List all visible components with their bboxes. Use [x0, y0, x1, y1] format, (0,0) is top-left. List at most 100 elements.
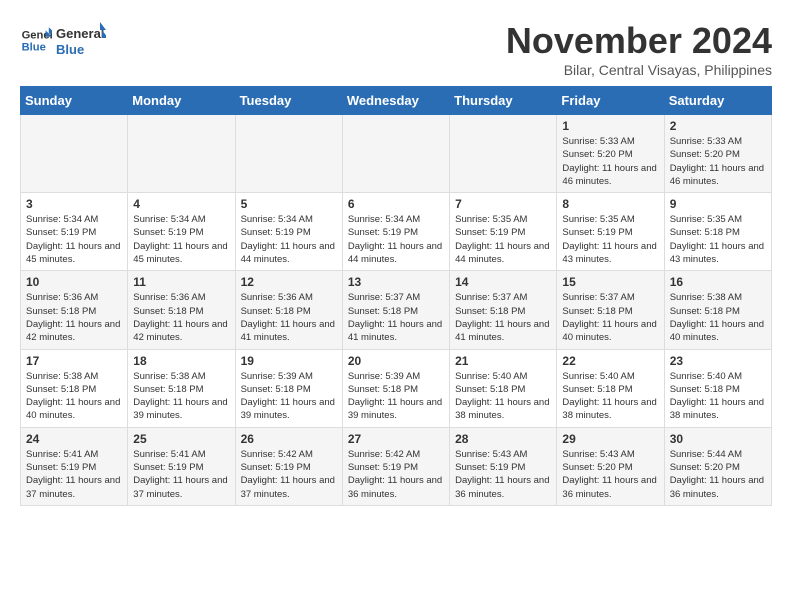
day-info: Sunrise: 5:34 AMSunset: 5:19 PMDaylight:…: [348, 213, 444, 266]
day-number: 29: [562, 432, 658, 446]
day-number: 24: [26, 432, 122, 446]
calendar-cell: [235, 115, 342, 193]
day-info: Sunrise: 5:42 AMSunset: 5:19 PMDaylight:…: [241, 448, 337, 501]
calendar-cell: 7 Sunrise: 5:35 AMSunset: 5:19 PMDaylight…: [450, 193, 557, 271]
calendar-cell: 12Sunrise: 5:36 AMSunset: 5:18 PMDayligh…: [235, 271, 342, 349]
calendar-cell: 23 Sunrise: 5:40 AMSunset: 5:18 PMDayligh…: [664, 349, 771, 427]
day-info: Sunrise: 5:43 AMSunset: 5:20 PMDaylight:…: [562, 448, 658, 501]
day-number: 28: [455, 432, 551, 446]
weekday-header-row: SundayMondayTuesdayWednesdayThursdayFrid…: [21, 87, 772, 115]
day-number: 14: [455, 275, 551, 289]
day-info: Sunrise: 5:38 AMSunset: 5:18 PMDaylight:…: [133, 370, 229, 423]
day-info: Sunrise: 5:40 AMSunset: 5:18 PMDaylight:…: [562, 370, 658, 423]
calendar-cell: 21 Sunrise: 5:40 AMSunset: 5:18 PMDayligh…: [450, 349, 557, 427]
day-info: Sunrise: 5:40 AMSunset: 5:18 PMDaylight:…: [455, 370, 551, 423]
day-number: 5: [241, 197, 337, 211]
calendar-cell: 5 Sunrise: 5:34 AMSunset: 5:19 PMDaylight…: [235, 193, 342, 271]
calendar-cell: 18 Sunrise: 5:38 AMSunset: 5:18 PMDayligh…: [128, 349, 235, 427]
calendar-week-row: 24 Sunrise: 5:41 AMSunset: 5:19 PMDayligh…: [21, 427, 772, 505]
day-info: Sunrise: 5:37 AMSunset: 5:18 PMDaylight:…: [455, 291, 551, 344]
calendar-cell: 29 Sunrise: 5:43 AMSunset: 5:20 PMDayligh…: [557, 427, 664, 505]
weekday-header-sunday: Sunday: [21, 87, 128, 115]
day-info: Sunrise: 5:38 AMSunset: 5:18 PMDaylight:…: [670, 291, 766, 344]
day-number: 18: [133, 354, 229, 368]
calendar-cell: 11 Sunrise: 5:36 AMSunset: 5:18 PMDayligh…: [128, 271, 235, 349]
calendar-week-row: 3 Sunrise: 5:34 AMSunset: 5:19 PMDaylight…: [21, 193, 772, 271]
day-number: 26: [241, 432, 337, 446]
calendar-cell: 10 Sunrise: 5:36 AMSunset: 5:18 PMDayligh…: [21, 271, 128, 349]
month-title: November 2024: [506, 20, 772, 62]
day-info: Sunrise: 5:39 AMSunset: 5:18 PMDaylight:…: [348, 370, 444, 423]
calendar-cell: 25 Sunrise: 5:41 AMSunset: 5:19 PMDayligh…: [128, 427, 235, 505]
weekday-header-saturday: Saturday: [664, 87, 771, 115]
calendar-cell: 1 Sunrise: 5:33 AMSunset: 5:20 PMDaylight…: [557, 115, 664, 193]
day-number: 25: [133, 432, 229, 446]
calendar-cell: 27 Sunrise: 5:42 AMSunset: 5:19 PMDayligh…: [342, 427, 449, 505]
day-number: 11: [133, 275, 229, 289]
day-info: Sunrise: 5:37 AMSunset: 5:18 PMDaylight:…: [562, 291, 658, 344]
calendar-cell: 17Sunrise: 5:38 AMSunset: 5:18 PMDayligh…: [21, 349, 128, 427]
calendar-table: SundayMondayTuesdayWednesdayThursdayFrid…: [20, 86, 772, 506]
calendar-cell: [21, 115, 128, 193]
day-number: 19: [241, 354, 337, 368]
day-number: 1: [562, 119, 658, 133]
calendar-cell: 13Sunrise: 5:37 AMSunset: 5:18 PMDayligh…: [342, 271, 449, 349]
day-info: Sunrise: 5:36 AMSunset: 5:18 PMDaylight:…: [133, 291, 229, 344]
location-subtitle: Bilar, Central Visayas, Philippines: [506, 62, 772, 78]
calendar-week-row: 1 Sunrise: 5:33 AMSunset: 5:20 PMDaylight…: [21, 115, 772, 193]
day-number: 23: [670, 354, 766, 368]
day-info: Sunrise: 5:40 AMSunset: 5:18 PMDaylight:…: [670, 370, 766, 423]
day-info: Sunrise: 5:42 AMSunset: 5:19 PMDaylight:…: [348, 448, 444, 501]
calendar-cell: 20 Sunrise: 5:39 AMSunset: 5:18 PMDayligh…: [342, 349, 449, 427]
calendar-cell: 15Sunrise: 5:37 AMSunset: 5:18 PMDayligh…: [557, 271, 664, 349]
calendar-cell: [128, 115, 235, 193]
day-number: 27: [348, 432, 444, 446]
calendar-cell: 22 Sunrise: 5:40 AMSunset: 5:18 PMDayligh…: [557, 349, 664, 427]
calendar-cell: 28 Sunrise: 5:43 AMSunset: 5:19 PMDayligh…: [450, 427, 557, 505]
day-number: 3: [26, 197, 122, 211]
day-info: Sunrise: 5:36 AMSunset: 5:18 PMDaylight:…: [26, 291, 122, 344]
day-info: Sunrise: 5:33 AMSunset: 5:20 PMDaylight:…: [562, 135, 658, 188]
logo-icon: General Blue: [20, 24, 52, 56]
day-info: Sunrise: 5:35 AMSunset: 5:19 PMDaylight:…: [562, 213, 658, 266]
calendar-cell: [342, 115, 449, 193]
calendar-cell: 2Sunrise: 5:33 AMSunset: 5:20 PMDaylight…: [664, 115, 771, 193]
day-info: Sunrise: 5:36 AMSunset: 5:18 PMDaylight:…: [241, 291, 337, 344]
day-number: 7: [455, 197, 551, 211]
day-info: Sunrise: 5:33 AMSunset: 5:20 PMDaylight:…: [670, 135, 766, 188]
svg-text:General: General: [56, 26, 104, 41]
calendar-cell: 6Sunrise: 5:34 AMSunset: 5:19 PMDaylight…: [342, 193, 449, 271]
calendar-cell: 9 Sunrise: 5:35 AMSunset: 5:18 PMDaylight…: [664, 193, 771, 271]
day-info: Sunrise: 5:34 AMSunset: 5:19 PMDaylight:…: [133, 213, 229, 266]
svg-text:Blue: Blue: [22, 41, 46, 53]
day-info: Sunrise: 5:35 AMSunset: 5:18 PMDaylight:…: [670, 213, 766, 266]
calendar-cell: 8Sunrise: 5:35 AMSunset: 5:19 PMDaylight…: [557, 193, 664, 271]
day-number: 10: [26, 275, 122, 289]
svg-text:Blue: Blue: [56, 42, 84, 57]
calendar-cell: 30Sunrise: 5:44 AMSunset: 5:20 PMDayligh…: [664, 427, 771, 505]
day-info: Sunrise: 5:34 AMSunset: 5:19 PMDaylight:…: [26, 213, 122, 266]
day-number: 16: [670, 275, 766, 289]
calendar-week-row: 10 Sunrise: 5:36 AMSunset: 5:18 PMDayligh…: [21, 271, 772, 349]
weekday-header-wednesday: Wednesday: [342, 87, 449, 115]
day-info: Sunrise: 5:34 AMSunset: 5:19 PMDaylight:…: [241, 213, 337, 266]
day-number: 13: [348, 275, 444, 289]
page-header: General Blue General Blue November 2024 …: [20, 20, 772, 78]
day-number: 4: [133, 197, 229, 211]
day-number: 30: [670, 432, 766, 446]
day-info: Sunrise: 5:43 AMSunset: 5:19 PMDaylight:…: [455, 448, 551, 501]
day-info: Sunrise: 5:41 AMSunset: 5:19 PMDaylight:…: [133, 448, 229, 501]
logo: General Blue General Blue: [20, 20, 106, 60]
day-number: 9: [670, 197, 766, 211]
day-info: Sunrise: 5:39 AMSunset: 5:18 PMDaylight:…: [241, 370, 337, 423]
day-number: 20: [348, 354, 444, 368]
weekday-header-monday: Monday: [128, 87, 235, 115]
day-info: Sunrise: 5:41 AMSunset: 5:19 PMDaylight:…: [26, 448, 122, 501]
day-number: 22: [562, 354, 658, 368]
weekday-header-tuesday: Tuesday: [235, 87, 342, 115]
day-info: Sunrise: 5:35 AMSunset: 5:19 PMDaylight:…: [455, 213, 551, 266]
weekday-header-friday: Friday: [557, 87, 664, 115]
day-number: 21: [455, 354, 551, 368]
calendar-cell: [450, 115, 557, 193]
day-info: Sunrise: 5:38 AMSunset: 5:18 PMDaylight:…: [26, 370, 122, 423]
